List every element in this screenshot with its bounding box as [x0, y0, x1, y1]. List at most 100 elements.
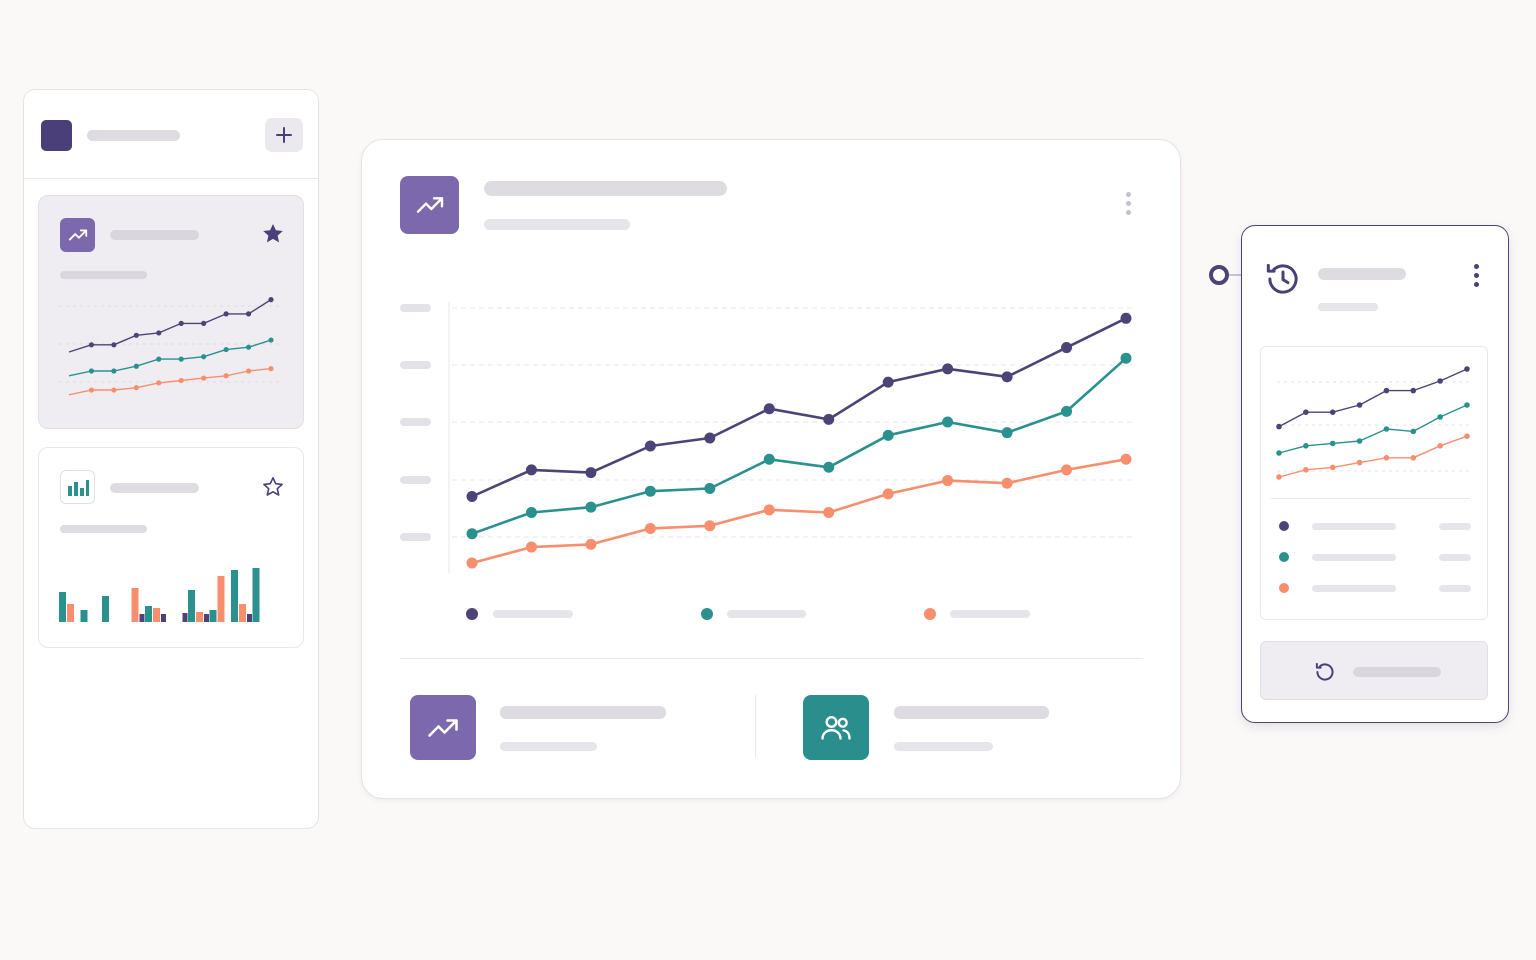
- data-point: [585, 538, 597, 550]
- data-point: [1001, 371, 1013, 383]
- history-legend-row: [1261, 521, 1487, 533]
- trend-icon: [68, 229, 87, 241]
- data-point: [644, 485, 656, 497]
- stat-icon-tile: [803, 695, 869, 760]
- star-filled-icon[interactable]: [261, 222, 285, 246]
- legend-item[interactable]: [466, 607, 586, 621]
- history-title-placeholder: [1318, 268, 1406, 280]
- trend-icon: [428, 718, 458, 737]
- data-point: [223, 311, 229, 317]
- stat-card-trend[interactable]: [410, 695, 710, 761]
- data-point: [1303, 409, 1309, 415]
- kebab-menu-icon[interactable]: [1121, 192, 1135, 220]
- card-icon-tile: [60, 470, 95, 504]
- legend-item[interactable]: [924, 607, 1044, 621]
- data-point: [156, 356, 162, 362]
- bar-teal: [145, 606, 152, 622]
- legend-item[interactable]: [701, 607, 821, 621]
- preview-divider: [1271, 498, 1470, 499]
- legend-swatch: [466, 608, 478, 620]
- history-preview-card[interactable]: [1260, 346, 1488, 620]
- stat-card-users[interactable]: [803, 695, 1103, 761]
- bar-teal: [188, 590, 195, 622]
- bar-teal: [231, 570, 238, 622]
- data-point: [178, 377, 184, 384]
- bar-teal: [209, 610, 217, 622]
- data-point: [1464, 433, 1470, 439]
- sidebar: [23, 89, 319, 829]
- data-point: [1410, 428, 1417, 435]
- bar-purple: [247, 614, 252, 622]
- bar-teal: [59, 592, 66, 622]
- data-point: [942, 416, 954, 428]
- legend-value-placeholder: [1439, 585, 1471, 592]
- bar-purple: [182, 613, 188, 622]
- data-point: [1329, 464, 1336, 471]
- card-title-placeholder: [110, 230, 199, 240]
- card-subtitle-placeholder: [60, 525, 147, 533]
- add-button[interactable]: [265, 118, 303, 152]
- history-line-chart: [1276, 366, 1471, 480]
- chart-legend: [362, 605, 1180, 625]
- report-card-selected[interactable]: [38, 195, 304, 429]
- card-subtitle-placeholder: [60, 271, 147, 279]
- history-subtitle-placeholder: [1318, 303, 1378, 311]
- data-point: [1120, 352, 1132, 364]
- history-legend-row: [1261, 552, 1487, 564]
- restore-label-placeholder: [1353, 667, 1441, 677]
- data-point: [178, 356, 184, 362]
- data-point: [88, 342, 95, 348]
- data-point: [201, 375, 207, 381]
- data-point: [1329, 409, 1336, 415]
- users-icon: [821, 715, 851, 740]
- bar-coral: [217, 576, 225, 622]
- data-point: [704, 520, 716, 532]
- trend-icon: [416, 197, 443, 213]
- bar-teal: [80, 610, 88, 622]
- data-point: [1464, 366, 1470, 372]
- legend-label-placeholder: [950, 610, 1030, 618]
- y-tick-placeholder: [400, 418, 431, 426]
- data-point: [223, 346, 229, 353]
- data-point: [525, 464, 537, 476]
- data-point: [133, 332, 139, 338]
- y-tick-placeholder: [400, 304, 431, 312]
- legend-label-placeholder: [1312, 585, 1396, 592]
- legend-value-placeholder: [1439, 554, 1471, 561]
- kebab-menu-icon[interactable]: [1470, 264, 1484, 292]
- data-point: [1437, 443, 1443, 449]
- restore-button[interactable]: [1260, 641, 1488, 700]
- report-card[interactable]: [38, 447, 304, 648]
- data-point: [133, 363, 139, 369]
- star-outline-icon[interactable]: [261, 475, 285, 499]
- legend-label-placeholder: [1312, 554, 1396, 561]
- data-point: [1061, 464, 1073, 476]
- stat-value-placeholder: [500, 706, 666, 719]
- data-point: [1120, 312, 1132, 324]
- restore-icon: [1315, 662, 1334, 681]
- data-point: [201, 354, 207, 360]
- app-logo[interactable]: [41, 120, 72, 151]
- chart-subtitle-placeholder: [484, 219, 630, 230]
- series-line: [68, 367, 272, 396]
- data-point: [1356, 459, 1363, 466]
- data-point: [1061, 342, 1073, 354]
- data-point: [882, 429, 894, 441]
- series-line: [471, 357, 1127, 536]
- card-bar-chart: [59, 568, 260, 622]
- data-point: [178, 320, 184, 326]
- stat-label-placeholder: [894, 742, 993, 751]
- data-point: [133, 385, 139, 391]
- bar-purple: [161, 614, 166, 622]
- series-line: [471, 458, 1127, 565]
- series-line: [471, 317, 1127, 498]
- series-line: [68, 299, 272, 353]
- bar-chart-icon: [67, 480, 89, 496]
- bar-coral: [196, 612, 203, 622]
- legend-swatch: [701, 608, 713, 620]
- connector-ring-icon[interactable]: [1209, 265, 1229, 285]
- stat-value-placeholder: [894, 706, 1049, 719]
- data-point: [245, 311, 252, 317]
- data-point: [823, 461, 835, 473]
- data-point: [1061, 405, 1073, 417]
